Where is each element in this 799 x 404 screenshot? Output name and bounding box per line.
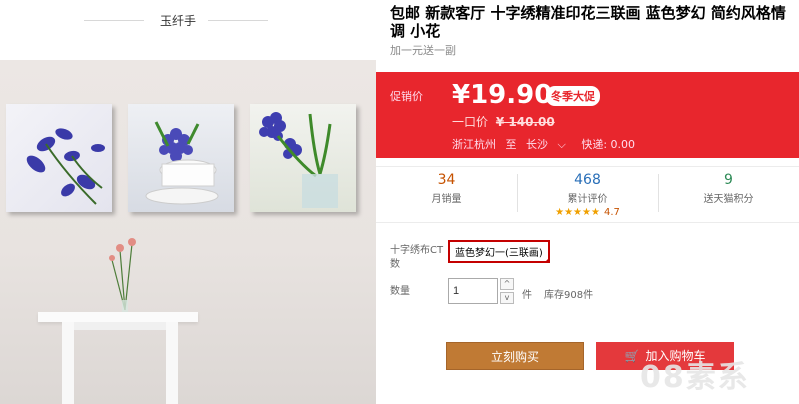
divider-right <box>208 20 268 21</box>
brand-name: 玉纤手 <box>159 14 196 28</box>
stats-row: 34 月销量 468 累计评价 ★★★★★ 4.7 9 送天猫积分 <box>376 168 799 218</box>
shipping-cost: 快递: 0.00 <box>581 138 636 151</box>
ship-from: 浙江杭州 <box>452 138 496 151</box>
table-shelf <box>62 322 178 330</box>
original-price-label: 一口价 <box>452 115 489 129</box>
divider <box>376 166 799 167</box>
painting-panel-3 <box>250 104 356 212</box>
original-price: 一口价 ¥ 140.00 <box>452 113 555 130</box>
product-subtitle: 加一元送一副 <box>390 44 456 57</box>
buy-now-button[interactable]: 立刻购买 <box>446 342 584 370</box>
watermark: 08素系 <box>640 360 750 395</box>
ship-to-select[interactable]: 长沙 ⌵ <box>526 138 572 151</box>
divider <box>376 222 799 223</box>
current-price: ¥19.90 <box>452 80 553 110</box>
promo-badge: 冬季大促 <box>546 86 600 106</box>
rating-stars: ★★★★★ 4.7 <box>555 207 620 218</box>
monthly-sales: 34 月销量 <box>431 172 462 205</box>
quantity-unit: 件 <box>522 290 532 301</box>
quantity-label: 数量 <box>390 286 410 297</box>
brand-header: 玉纤手 <box>0 0 376 40</box>
ship-to-label: 至 <box>505 138 517 151</box>
selected-check-icon <box>543 257 550 263</box>
product-title: 包邮 新款客厅 十字绣精准印花三联画 蓝色梦幻 简约风格情调 小花 <box>390 4 786 40</box>
quantity-decrease-button[interactable]: v <box>500 292 514 304</box>
quantity-input[interactable] <box>448 278 498 304</box>
original-price-value: ¥ 140.00 <box>495 115 555 129</box>
chevron-down-icon: ⌵ <box>557 138 566 151</box>
quantity-increase-button[interactable]: ^ <box>500 278 514 290</box>
reviews-link[interactable]: 468 累计评价 ★★★★★ 4.7 <box>517 168 658 218</box>
table-top <box>38 312 198 322</box>
option-selected[interactable]: 蓝色梦幻一(三联画) <box>448 240 550 263</box>
table-leg <box>62 322 74 404</box>
promo-price-label: 促销价 <box>390 90 423 103</box>
vase-flowers <box>109 238 136 314</box>
painting-panel-2 <box>128 104 234 212</box>
shipping-info: 浙江杭州 至 长沙 ⌵ 快递: 0.00 <box>452 136 641 152</box>
product-photo[interactable] <box>0 60 376 404</box>
product-gallery: 玉纤手 <box>0 0 376 404</box>
divider-left <box>84 20 144 21</box>
option-label: 十字绣布CT数 <box>390 245 444 270</box>
stock-count: 库存908件 <box>544 290 594 301</box>
table-leg <box>166 322 178 404</box>
price-panel: 促销价 ¥19.90 冬季大促 一口价 ¥ 140.00 浙江杭州 至 长沙 ⌵… <box>376 72 799 158</box>
painting-panel-1 <box>6 104 112 212</box>
tmall-points: 9 送天猫积分 <box>703 172 754 205</box>
